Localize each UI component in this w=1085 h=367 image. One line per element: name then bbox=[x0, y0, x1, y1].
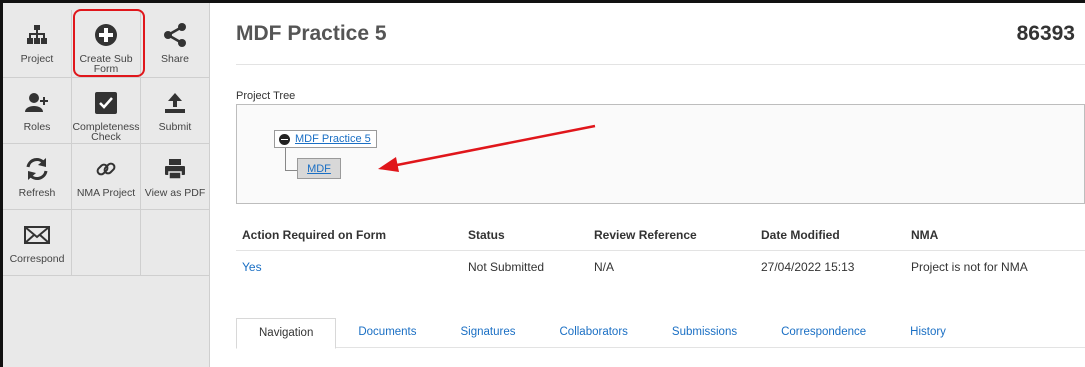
sitemap-icon bbox=[26, 20, 48, 50]
create-sub-form-label: Create Sub Form bbox=[79, 53, 133, 75]
column-header: Status bbox=[462, 219, 588, 251]
refresh-button[interactable]: Refresh bbox=[3, 144, 72, 210]
sidebar: Project Create Sub Form Share Roles Comp… bbox=[3, 3, 210, 367]
correspond-button[interactable]: Correspond bbox=[3, 210, 72, 276]
tab-history[interactable]: History bbox=[888, 318, 968, 348]
tab-submissions[interactable]: Submissions bbox=[650, 318, 759, 348]
tree-root-node: MDF Practice 5 bbox=[274, 130, 377, 148]
empty-tile bbox=[72, 210, 141, 276]
roles-button[interactable]: Roles bbox=[3, 78, 72, 144]
create-sub-form-button[interactable]: Create Sub Form bbox=[72, 10, 141, 78]
envelope-icon bbox=[24, 220, 50, 250]
tree-root-link[interactable]: MDF Practice 5 bbox=[295, 133, 371, 145]
tree-child-link[interactable]: MDF bbox=[307, 163, 331, 175]
collapse-icon[interactable] bbox=[279, 133, 290, 145]
correspond-label: Correspond bbox=[9, 253, 65, 265]
annotation-arrow bbox=[378, 124, 596, 172]
refresh-icon bbox=[24, 154, 50, 184]
form-info-table: Action Required on Form Status Review Re… bbox=[236, 219, 1085, 283]
project-button[interactable]: Project bbox=[3, 10, 72, 78]
completeness-check-button[interactable]: Completeness Check bbox=[72, 78, 141, 144]
completeness-check-label: Completeness Check bbox=[72, 121, 140, 143]
review-reference-cell: N/A bbox=[594, 260, 615, 274]
header-divider bbox=[236, 64, 1085, 65]
tree-connector bbox=[285, 148, 286, 170]
tab-bar: Navigation Documents Signatures Collabor… bbox=[236, 318, 1085, 349]
status-cell: Not Submitted bbox=[468, 260, 545, 274]
plus-circle-icon bbox=[94, 20, 118, 50]
upload-icon bbox=[163, 88, 187, 118]
nma-project-label: NMA Project bbox=[76, 187, 136, 199]
project-tree: MDF Practice 5 MDF bbox=[236, 104, 1085, 204]
project-tree-label: Project Tree bbox=[236, 90, 296, 102]
checkbox-icon bbox=[94, 88, 118, 118]
project-id: 86393 bbox=[1016, 22, 1075, 45]
page-title: MDF Practice 5 bbox=[236, 22, 387, 45]
tree-connector bbox=[285, 170, 297, 171]
tab-correspondence[interactable]: Correspondence bbox=[759, 318, 888, 348]
tab-signatures[interactable]: Signatures bbox=[439, 318, 538, 348]
share-icon bbox=[162, 20, 188, 50]
view-as-pdf-label: View as PDF bbox=[144, 187, 206, 199]
empty-tile bbox=[141, 210, 210, 276]
refresh-label: Refresh bbox=[18, 187, 56, 199]
tab-navigation[interactable]: Navigation bbox=[236, 318, 337, 349]
table-row: Yes Not Submitted N/A 27/04/2022 15:13 P… bbox=[236, 251, 1085, 284]
action-required-link[interactable]: Yes bbox=[236, 251, 462, 284]
print-icon bbox=[163, 154, 187, 184]
add-user-icon bbox=[24, 88, 50, 118]
share-button[interactable]: Share bbox=[141, 10, 210, 78]
share-label: Share bbox=[160, 53, 190, 65]
view-as-pdf-button[interactable]: View as PDF bbox=[141, 144, 210, 210]
link-icon bbox=[94, 154, 118, 184]
roles-label: Roles bbox=[23, 121, 51, 133]
column-header: Action Required on Form bbox=[236, 219, 462, 251]
nma-cell: Project is not for NMA bbox=[911, 260, 1028, 274]
column-header: Date Modified bbox=[755, 219, 905, 251]
tab-documents[interactable]: Documents bbox=[336, 318, 438, 348]
tab-collaborators[interactable]: Collaborators bbox=[538, 318, 650, 348]
project-label: Project bbox=[20, 53, 54, 65]
date-modified-cell: 27/04/2022 15:13 bbox=[761, 260, 855, 274]
action-grid: Project Create Sub Form Share Roles Comp… bbox=[3, 10, 210, 276]
column-header: NMA bbox=[905, 219, 1085, 251]
table-header-row: Action Required on Form Status Review Re… bbox=[236, 219, 1085, 251]
nma-project-button[interactable]: NMA Project bbox=[72, 144, 141, 210]
tree-child-node[interactable]: MDF bbox=[297, 158, 341, 179]
submit-button[interactable]: Submit bbox=[141, 78, 210, 144]
column-header: Review Reference bbox=[588, 219, 755, 251]
submit-label: Submit bbox=[158, 121, 192, 133]
